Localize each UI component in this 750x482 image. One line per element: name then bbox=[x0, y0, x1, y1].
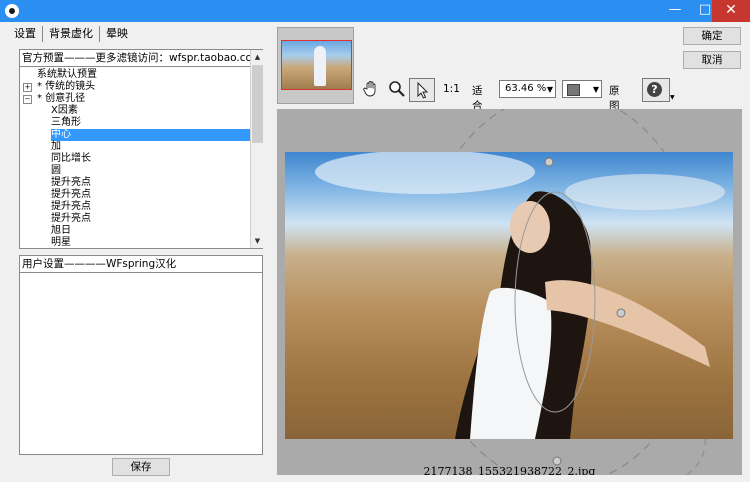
hand-icon[interactable] bbox=[359, 78, 383, 100]
preset-item[interactable]: X因素 bbox=[51, 105, 78, 117]
tab-background-blur[interactable]: 背景虚化 bbox=[43, 26, 100, 42]
preset-item[interactable]: * 传统的镜头 bbox=[37, 81, 95, 93]
preset-item[interactable]: 圆 bbox=[51, 165, 61, 177]
help-dropdown-arrow-icon[interactable]: ▼ bbox=[670, 94, 675, 101]
preset-item[interactable]: 旭日 bbox=[51, 225, 71, 237]
scroll-thumb[interactable] bbox=[252, 65, 263, 143]
app-icon[interactable] bbox=[5, 4, 19, 18]
expand-icon[interactable]: + bbox=[23, 83, 32, 92]
zoom-value: 63.46 % bbox=[505, 83, 547, 94]
close-button[interactable]: ✕ bbox=[712, 0, 750, 22]
minimize-button[interactable]: — bbox=[660, 0, 690, 22]
thumbnail-image[interactable] bbox=[281, 40, 352, 90]
preset-tree: 系统默认预置 * 传统的镜头 + * 创意孔径 − X因素 三角形 中心加同比增长圆提升亮点提… bbox=[20, 68, 250, 248]
preset-item[interactable]: 明星 bbox=[51, 237, 71, 248]
aperture-guides-overlay bbox=[552, 438, 706, 475]
user-settings-panel: 用户设置————WFspring汉化 bbox=[19, 255, 263, 455]
preset-item[interactable]: 三角形 bbox=[51, 117, 81, 129]
ok-button[interactable]: 确定 bbox=[683, 27, 741, 45]
actual-size-button[interactable]: 1:1 bbox=[443, 83, 460, 95]
scroll-down-arrow-icon[interactable]: ▼ bbox=[251, 234, 264, 248]
preset-item[interactable]: 中心 bbox=[51, 129, 250, 141]
preset-panel: 官方预置———更多滤镜访问：wfspr.taobao.com 系统默认预置 * 传… bbox=[19, 49, 263, 249]
chevron-down-icon: ▼ bbox=[546, 85, 553, 94]
preset-item[interactable]: 提升亮点 bbox=[51, 201, 91, 213]
filename-label: 2177138_155321938722_2.jpg bbox=[423, 465, 596, 475]
save-button[interactable]: 保存 bbox=[112, 458, 170, 476]
navigator-thumbnail[interactable] bbox=[277, 27, 354, 104]
zoom-select[interactable]: 63.46 % ▼ bbox=[499, 80, 556, 98]
title-bar bbox=[0, 0, 750, 22]
pointer-icon[interactable] bbox=[409, 78, 435, 102]
preset-item[interactable]: 提升亮点 bbox=[51, 177, 91, 189]
cancel-button[interactable]: 取消 bbox=[683, 51, 741, 69]
tab-settings[interactable]: 设置 bbox=[12, 26, 43, 42]
preset-item[interactable]: 提升亮点 bbox=[51, 189, 91, 201]
preset-item[interactable]: * 创意孔径 bbox=[37, 93, 85, 105]
preset-header: 官方预置———更多滤镜访问：wfspr.taobao.com bbox=[20, 50, 250, 67]
help-button[interactable]: ? bbox=[642, 78, 670, 102]
color-swatch bbox=[567, 84, 580, 96]
aperture-handle[interactable] bbox=[552, 456, 562, 466]
help-icon: ? bbox=[647, 82, 662, 97]
preset-scrollbar[interactable]: ▲ ▼ bbox=[250, 50, 263, 248]
scroll-up-arrow-icon[interactable]: ▲ bbox=[251, 50, 264, 64]
tab-vignette[interactable]: 晕映 bbox=[100, 26, 134, 42]
magnifier-icon[interactable] bbox=[385, 78, 409, 100]
collapse-icon[interactable]: − bbox=[23, 95, 32, 104]
preset-item[interactable]: 系统默认预置 bbox=[37, 69, 97, 81]
user-settings-header: 用户设置————WFspring汉化 bbox=[20, 256, 262, 273]
tab-bar: 设置 背景虚化 晕映 bbox=[12, 26, 134, 42]
background-color-select[interactable]: ▼ bbox=[562, 80, 602, 98]
preset-item[interactable]: 加 bbox=[51, 141, 61, 153]
preset-item[interactable]: 提升亮点 bbox=[51, 213, 91, 225]
preset-item[interactable]: 同比增长 bbox=[51, 153, 91, 165]
chevron-down-icon: ▼ bbox=[592, 85, 599, 94]
preview-canvas[interactable]: 2177138_155321938722_2.jpg bbox=[277, 109, 742, 475]
